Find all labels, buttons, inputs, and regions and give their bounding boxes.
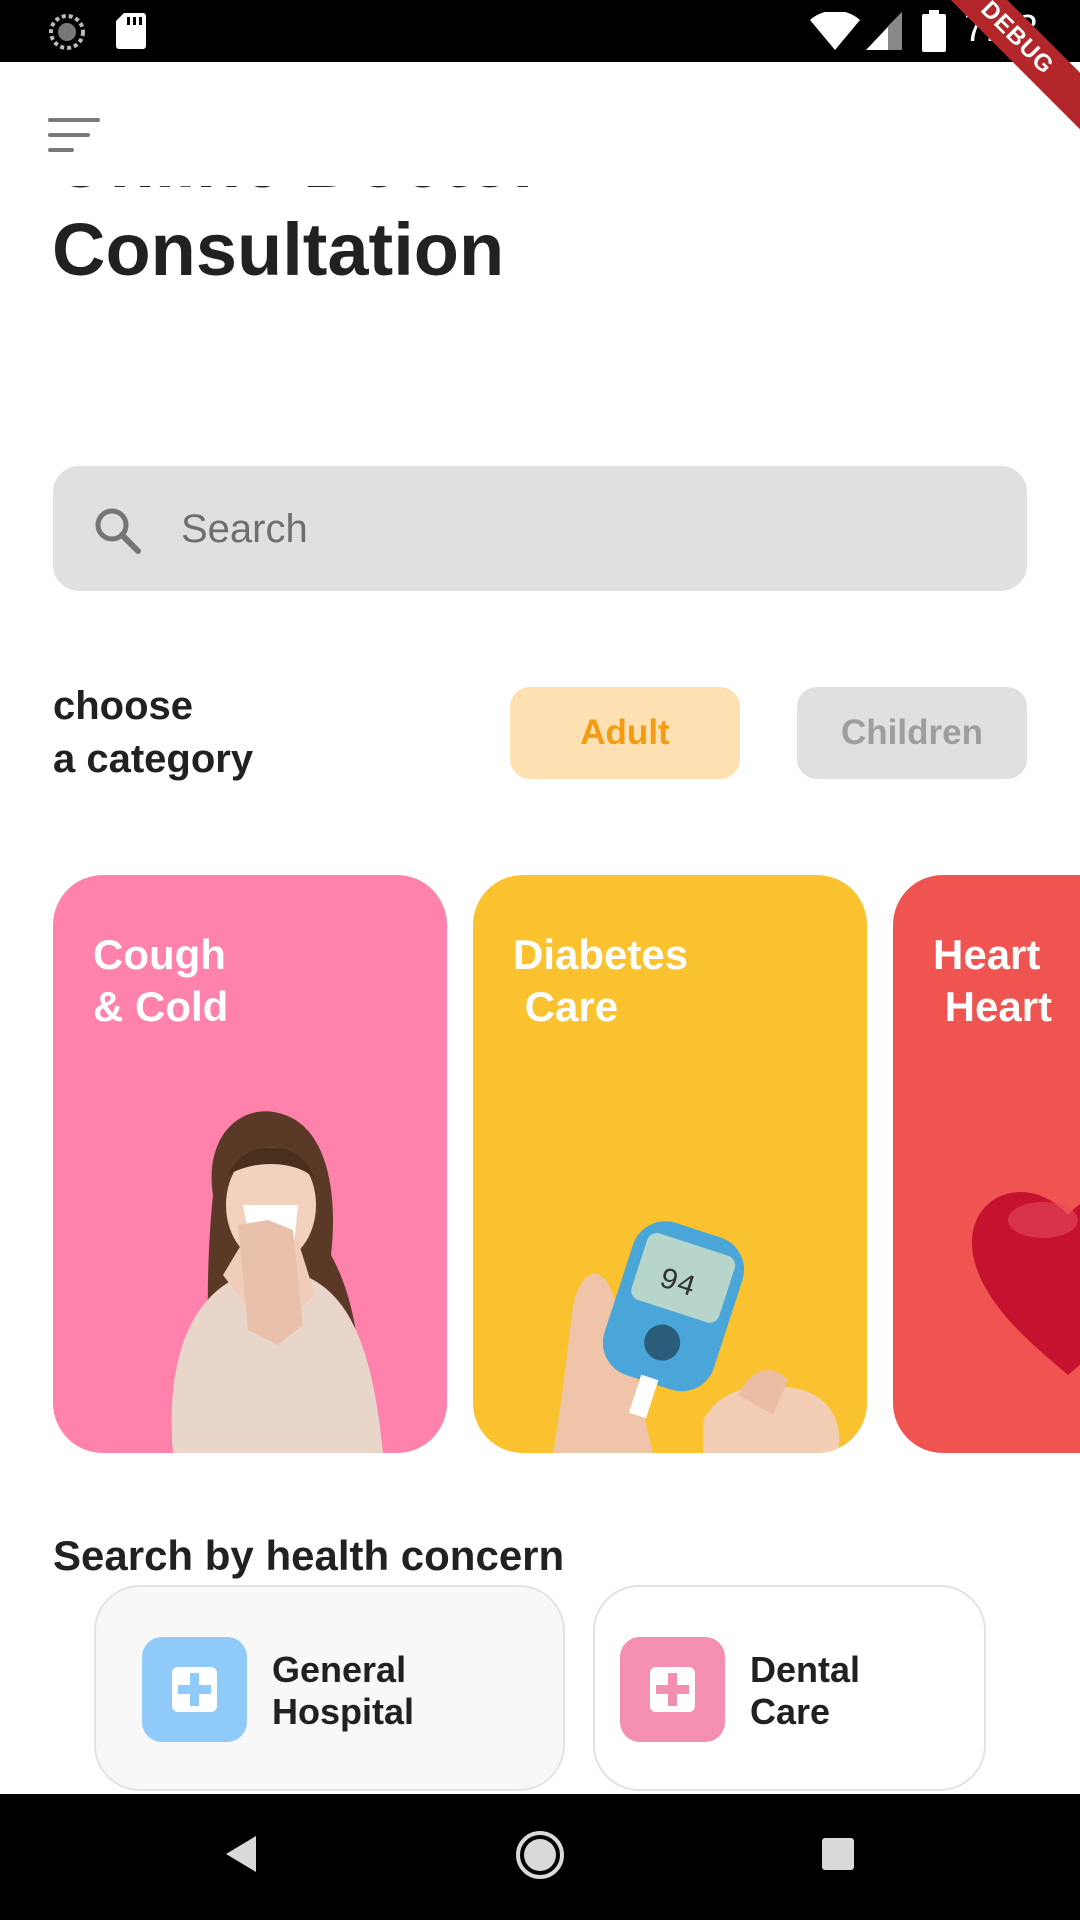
card-diabetes-care[interactable]: 94 Diabetes Care [473, 875, 867, 1453]
plus-cross-icon [142, 1637, 247, 1742]
title-line-1: Online Doctor [52, 186, 541, 203]
home-icon[interactable] [514, 1829, 566, 1881]
search-input[interactable] [179, 490, 983, 568]
section-title-health-concern: Search by health concern [53, 1532, 565, 1579]
category-children-button[interactable]: Children [797, 687, 1027, 779]
page-title: Online Doctor Consultation [52, 186, 752, 336]
status-bar: 7:03 DEBUG [0, 0, 1080, 134]
concern-dental-care[interactable]: Dental Care [593, 1585, 986, 1791]
recents-icon[interactable] [820, 1836, 856, 1872]
sync-icon [49, 14, 85, 50]
wifi-icon [810, 12, 860, 50]
concern-general-hospital[interactable]: General Hospital [94, 1585, 565, 1791]
title-line-2: Consultation [52, 208, 505, 291]
search-icon [95, 508, 141, 554]
concern-label: General Hospital [272, 1649, 415, 1732]
back-icon[interactable] [222, 1834, 258, 1874]
cellular-signal-icon [866, 12, 902, 50]
card-cough-cold[interactable]: Cough & Cold [53, 875, 447, 1453]
category-adult-button[interactable]: Adult [510, 687, 740, 779]
sd-card-icon [116, 13, 146, 49]
category-label: choose a category [53, 680, 253, 786]
category-cards[interactable]: Cough & Cold 94 Diabetes Care Heart Hear… [0, 875, 1080, 1453]
card-title: Diabetes Care [513, 931, 689, 1030]
card-title: Heart Heart [933, 931, 1053, 1030]
search-bar[interactable] [53, 466, 1027, 591]
navigation-bar [0, 1794, 1080, 1920]
category-label-line-2: a category [53, 737, 254, 781]
menu-icon[interactable] [48, 118, 100, 154]
card-title: Cough & Cold [93, 931, 229, 1030]
concern-label: Dental Care [750, 1649, 861, 1732]
plus-cross-icon [620, 1637, 725, 1742]
battery-icon [922, 10, 946, 52]
card-heart[interactable]: Heart Heart [893, 875, 1080, 1453]
category-label-line-1: choose [53, 684, 194, 728]
